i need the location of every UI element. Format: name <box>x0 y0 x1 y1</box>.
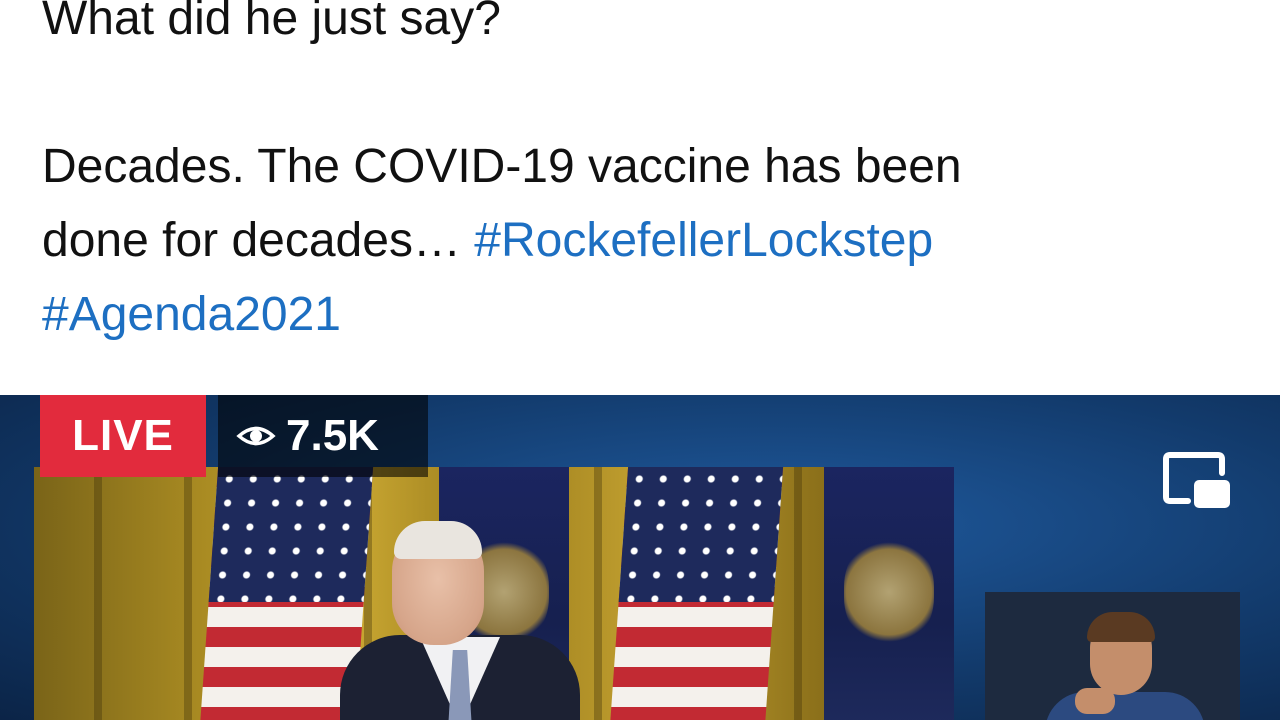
hashtag-agenda2021[interactable]: #Agenda2021 <box>42 288 341 341</box>
post-line-question: What did he just say? <box>42 0 501 45</box>
live-badge: LIVE <box>40 395 206 477</box>
viewer-count-badge: 7.5K <box>218 395 428 477</box>
post-line-decades: Decades. The COVID-19 vaccine has been <box>42 140 962 193</box>
post-line-continuation: done for decades… #RockefellerLockstep <box>42 204 1242 278</box>
post-line-hashtag: #Agenda2021 <box>42 278 1242 352</box>
post-line-text: done for decades… <box>42 214 475 267</box>
speaker-figure <box>340 521 580 720</box>
viewer-count: 7.5K <box>286 411 379 460</box>
live-video-player[interactable]: LIVE 7.5K <box>0 395 1280 720</box>
presidential-flag-right <box>824 467 954 720</box>
post-text: What did he just say? Decades. The COVID… <box>42 0 1242 352</box>
sign-language-interpreter-inset <box>985 592 1240 720</box>
hashtag-rockefellerlockstep[interactable]: #RockefellerLockstep <box>474 214 933 267</box>
eye-icon <box>236 426 276 446</box>
picture-in-picture-icon[interactable] <box>1160 447 1232 513</box>
us-flag-right <box>609 467 784 720</box>
